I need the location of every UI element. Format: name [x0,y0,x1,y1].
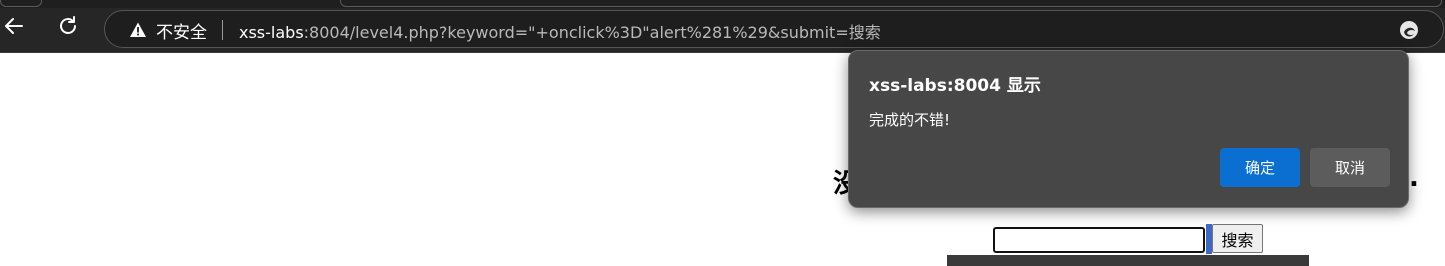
security-label[interactable]: 不安全 [156,18,207,43]
dialog-message: 完成的不错! [869,111,951,129]
back-arrow-icon [2,14,26,42]
extension-icon[interactable] [1398,19,1420,41]
url-path: :8004/level4.php?keyword="+onclick%3D"al… [303,23,881,42]
search-input[interactable] [993,227,1205,253]
page-image-edge [947,255,1309,266]
ok-button[interactable]: 确定 [1220,148,1300,187]
address-bar[interactable]: 不安全 xss-labs:8004/level4.php?keyword="+o… [104,10,1444,48]
tab-edge-right[interactable] [340,0,1442,7]
search-button[interactable]: 搜索 [1212,224,1263,253]
page-heading-tail: . [1409,163,1419,193]
back-button[interactable] [0,14,28,42]
cancel-button[interactable]: 取消 [1310,148,1390,187]
reload-icon [56,14,80,42]
warning-icon[interactable] [129,21,147,39]
url-host: xss-labs [239,23,304,42]
address-divider [222,20,223,40]
alert-dialog: xss-labs:8004 显示 完成的不错! 确定 取消 [848,50,1409,208]
tab-edge-left[interactable] [0,0,42,7]
url-text[interactable]: xss-labs:8004/level4.php?keyword="+oncli… [239,19,881,43]
reload-button[interactable] [54,14,82,42]
dialog-title: xss-labs:8004 显示 [869,76,1041,96]
browser-toolbar: 不安全 xss-labs:8004/level4.php?keyword="+o… [0,8,1445,52]
